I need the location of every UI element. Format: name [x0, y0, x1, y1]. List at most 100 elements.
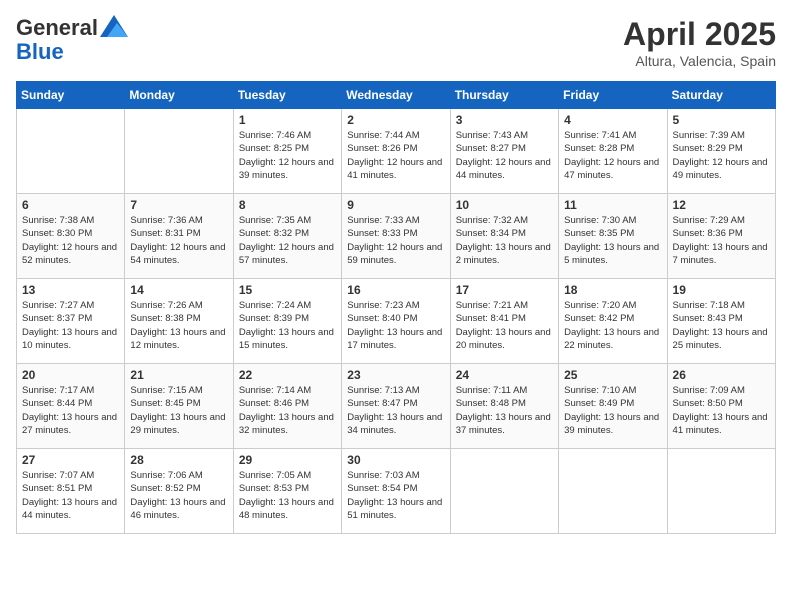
day-number: 4: [564, 113, 661, 127]
week-row-3: 13 Sunrise: 7:27 AMSunset: 8:37 PMDayligh…: [17, 279, 776, 364]
calendar-cell: 6 Sunrise: 7:38 AMSunset: 8:30 PMDaylight…: [17, 194, 125, 279]
month-title: April 2025: [623, 16, 776, 53]
day-number: 19: [673, 283, 770, 297]
calendar-cell: 22 Sunrise: 7:14 AMSunset: 8:46 PMDayligh…: [233, 364, 341, 449]
day-info: Sunrise: 7:46 AMSunset: 8:25 PMDaylight:…: [239, 129, 336, 182]
calendar-cell: 5 Sunrise: 7:39 AMSunset: 8:29 PMDaylight…: [667, 109, 775, 194]
header: General Blue April 2025 Altura, Valencia…: [16, 16, 776, 69]
day-number: 15: [239, 283, 336, 297]
calendar-cell: 13 Sunrise: 7:27 AMSunset: 8:37 PMDayligh…: [17, 279, 125, 364]
day-info: Sunrise: 7:38 AMSunset: 8:30 PMDaylight:…: [22, 214, 119, 267]
calendar-cell: [559, 449, 667, 534]
day-number: 13: [22, 283, 119, 297]
day-info: Sunrise: 7:05 AMSunset: 8:53 PMDaylight:…: [239, 469, 336, 522]
day-number: 10: [456, 198, 553, 212]
day-number: 5: [673, 113, 770, 127]
day-info: Sunrise: 7:03 AMSunset: 8:54 PMDaylight:…: [347, 469, 444, 522]
day-number: 20: [22, 368, 119, 382]
day-number: 30: [347, 453, 444, 467]
calendar-cell: 14 Sunrise: 7:26 AMSunset: 8:38 PMDayligh…: [125, 279, 233, 364]
title-area: April 2025 Altura, Valencia, Spain: [623, 16, 776, 69]
day-info: Sunrise: 7:24 AMSunset: 8:39 PMDaylight:…: [239, 299, 336, 352]
weekday-header-friday: Friday: [559, 82, 667, 109]
logo-general: General: [16, 15, 98, 40]
calendar: SundayMondayTuesdayWednesdayThursdayFrid…: [16, 81, 776, 534]
day-info: Sunrise: 7:39 AMSunset: 8:29 PMDaylight:…: [673, 129, 770, 182]
day-number: 22: [239, 368, 336, 382]
weekday-header-thursday: Thursday: [450, 82, 558, 109]
calendar-cell: 11Sunrise: 7:30 AMSunset: 8:35 PMDayligh…: [559, 194, 667, 279]
calendar-cell: 2Sunrise: 7:44 AMSunset: 8:26 PMDaylight…: [342, 109, 450, 194]
weekday-header-monday: Monday: [125, 82, 233, 109]
day-info: Sunrise: 7:09 AMSunset: 8:50 PMDaylight:…: [673, 384, 770, 437]
day-info: Sunrise: 7:36 AMSunset: 8:31 PMDaylight:…: [130, 214, 227, 267]
day-number: 25: [564, 368, 661, 382]
calendar-cell: 10 Sunrise: 7:32 AMSunset: 8:34 PMDayligh…: [450, 194, 558, 279]
day-number: 6: [22, 198, 119, 212]
calendar-cell: 26 Sunrise: 7:09 AMSunset: 8:50 PMDayligh…: [667, 364, 775, 449]
calendar-cell: 23 Sunrise: 7:13 AMSunset: 8:47 PMDayligh…: [342, 364, 450, 449]
day-info: Sunrise: 7:20 AMSunset: 8:42 PMDaylight:…: [564, 299, 661, 352]
calendar-cell: 7 Sunrise: 7:36 AMSunset: 8:31 PMDaylight…: [125, 194, 233, 279]
day-info: Sunrise: 7:41 AMSunset: 8:28 PMDaylight:…: [564, 129, 661, 182]
calendar-cell: 20Sunrise: 7:17 AMSunset: 8:44 PMDayligh…: [17, 364, 125, 449]
day-info: Sunrise: 7:43 AMSunset: 8:27 PMDaylight:…: [456, 129, 553, 182]
week-row-1: 1 Sunrise: 7:46 AMSunset: 8:25 PMDaylight…: [17, 109, 776, 194]
day-number: 21: [130, 368, 227, 382]
day-info: Sunrise: 7:21 AMSunset: 8:41 PMDaylight:…: [456, 299, 553, 352]
calendar-cell: 19 Sunrise: 7:18 AMSunset: 8:43 PMDayligh…: [667, 279, 775, 364]
week-row-5: 27 Sunrise: 7:07 AMSunset: 8:51 PMDayligh…: [17, 449, 776, 534]
calendar-cell: [450, 449, 558, 534]
weekday-header-row: SundayMondayTuesdayWednesdayThursdayFrid…: [17, 82, 776, 109]
calendar-cell: 9Sunrise: 7:33 AMSunset: 8:33 PMDaylight…: [342, 194, 450, 279]
calendar-cell: 25 Sunrise: 7:10 AMSunset: 8:49 PMDayligh…: [559, 364, 667, 449]
day-number: 7: [130, 198, 227, 212]
calendar-cell: 29 Sunrise: 7:05 AMSunset: 8:53 PMDayligh…: [233, 449, 341, 534]
day-info: Sunrise: 7:10 AMSunset: 8:49 PMDaylight:…: [564, 384, 661, 437]
day-info: Sunrise: 7:18 AMSunset: 8:43 PMDaylight:…: [673, 299, 770, 352]
weekday-header-wednesday: Wednesday: [342, 82, 450, 109]
day-info: Sunrise: 7:33 AMSunset: 8:33 PMDaylight:…: [347, 214, 444, 267]
calendar-cell: 24 Sunrise: 7:11 AMSunset: 8:48 PMDayligh…: [450, 364, 558, 449]
day-number: 28: [130, 453, 227, 467]
calendar-cell: 3 Sunrise: 7:43 AMSunset: 8:27 PMDaylight…: [450, 109, 558, 194]
calendar-cell: 4 Sunrise: 7:41 AMSunset: 8:28 PMDaylight…: [559, 109, 667, 194]
day-number: 12: [673, 198, 770, 212]
calendar-cell: 16Sunrise: 7:23 AMSunset: 8:40 PMDayligh…: [342, 279, 450, 364]
day-number: 27: [22, 453, 119, 467]
day-info: Sunrise: 7:35 AMSunset: 8:32 PMDaylight:…: [239, 214, 336, 267]
day-number: 3: [456, 113, 553, 127]
day-info: Sunrise: 7:11 AMSunset: 8:48 PMDaylight:…: [456, 384, 553, 437]
day-info: Sunrise: 7:29 AMSunset: 8:36 PMDaylight:…: [673, 214, 770, 267]
day-number: 11: [564, 198, 661, 212]
day-info: Sunrise: 7:26 AMSunset: 8:38 PMDaylight:…: [130, 299, 227, 352]
calendar-cell: 27 Sunrise: 7:07 AMSunset: 8:51 PMDayligh…: [17, 449, 125, 534]
day-number: 1: [239, 113, 336, 127]
day-info: Sunrise: 7:23 AMSunset: 8:40 PMDaylight:…: [347, 299, 444, 352]
week-row-4: 20Sunrise: 7:17 AMSunset: 8:44 PMDayligh…: [17, 364, 776, 449]
logo: General Blue: [16, 16, 128, 64]
calendar-cell: [125, 109, 233, 194]
calendar-cell: 28 Sunrise: 7:06 AMSunset: 8:52 PMDayligh…: [125, 449, 233, 534]
calendar-cell: 15 Sunrise: 7:24 AMSunset: 8:39 PMDayligh…: [233, 279, 341, 364]
calendar-cell: 12 Sunrise: 7:29 AMSunset: 8:36 PMDayligh…: [667, 194, 775, 279]
day-number: 29: [239, 453, 336, 467]
weekday-header-sunday: Sunday: [17, 82, 125, 109]
day-info: Sunrise: 7:32 AMSunset: 8:34 PMDaylight:…: [456, 214, 553, 267]
day-number: 24: [456, 368, 553, 382]
day-info: Sunrise: 7:14 AMSunset: 8:46 PMDaylight:…: [239, 384, 336, 437]
day-number: 17: [456, 283, 553, 297]
day-info: Sunrise: 7:27 AMSunset: 8:37 PMDaylight:…: [22, 299, 119, 352]
day-info: Sunrise: 7:07 AMSunset: 8:51 PMDaylight:…: [22, 469, 119, 522]
logo-icon: [100, 15, 128, 37]
day-number: 23: [347, 368, 444, 382]
day-number: 14: [130, 283, 227, 297]
day-number: 2: [347, 113, 444, 127]
logo-blue: Blue: [16, 39, 64, 64]
day-number: 18: [564, 283, 661, 297]
week-row-2: 6 Sunrise: 7:38 AMSunset: 8:30 PMDaylight…: [17, 194, 776, 279]
calendar-cell: 18 Sunrise: 7:20 AMSunset: 8:42 PMDayligh…: [559, 279, 667, 364]
day-info: Sunrise: 7:13 AMSunset: 8:47 PMDaylight:…: [347, 384, 444, 437]
day-number: 26: [673, 368, 770, 382]
day-info: Sunrise: 7:06 AMSunset: 8:52 PMDaylight:…: [130, 469, 227, 522]
